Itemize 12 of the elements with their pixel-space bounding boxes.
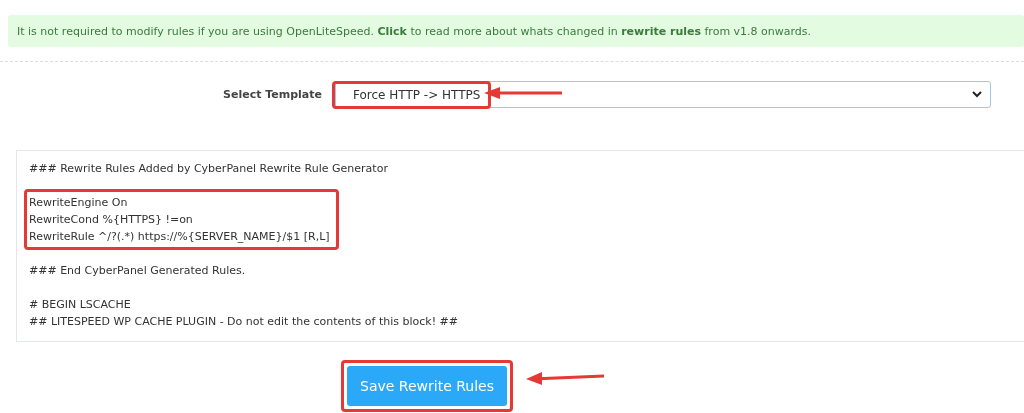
rule-line: RewriteCond %{HTTPS} !=on [29,212,194,228]
info-notice: It is not required to modify rules if you are using OpenLiteSpeed. Click to read more about whats changed in rewrite rules from v1.8 onwards. [8,15,1024,47]
rule-line: ## LITESPEED WP CACHE PLUGIN - Do not edit the contents of this block! ## [29,314,458,330]
template-select[interactable]: Force HTTP -> HTTPS [335,81,991,108]
rule-line: ### End CyberPanel Generated Rules. [29,263,246,279]
rules-editor[interactable] [16,150,1024,342]
rule-line: ### Rewrite Rules Added by CyberPanel Rewrite Rule Generator [29,161,388,177]
rule-line: RewriteEngine On [29,195,129,211]
rule-line: # BEGIN LSCACHE [29,297,132,313]
caret-icon [972,91,982,98]
rule-line: RewriteRule ^/?(.*) https://%{SERVER_NAME}/$1 [R,L] [29,229,330,245]
select-template-label: Select Template [222,88,322,101]
